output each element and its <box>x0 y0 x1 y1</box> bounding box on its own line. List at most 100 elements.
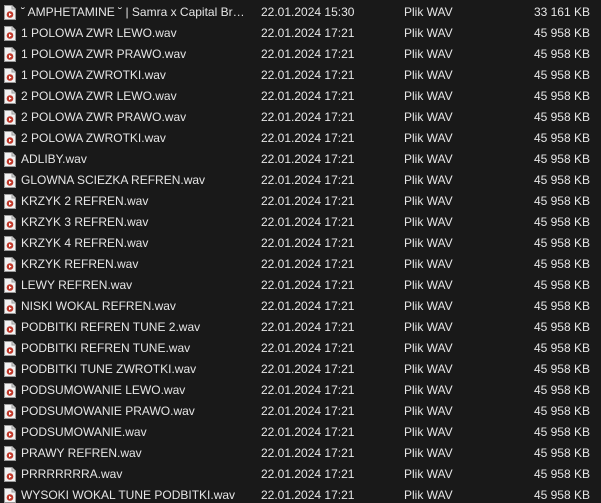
file-size: 45 958 KB <box>533 26 590 40</box>
file-size: 33 161 KB <box>533 5 590 19</box>
file-row[interactable]: GLOWNA SCIEZKA REFREN.wav 22.01.2024 17:2… <box>0 170 601 191</box>
file-size: 45 958 KB <box>533 68 590 82</box>
file-row[interactable]: KRZYK 3 REFREN.wav 22.01.2024 17:21 Plik W… <box>0 212 601 233</box>
file-row[interactable]: 1 POLOWA ZWROTKI.wav 22.01.2024 17:21 Plik… <box>0 65 601 86</box>
file-row[interactable]: NISKI WOKAL REFREN.wav 22.01.2024 17:21 Pl… <box>0 296 601 317</box>
file-date-modified: 22.01.2024 17:21 <box>261 404 355 418</box>
file-type: Plik WAV <box>404 446 453 460</box>
file-name: PODBITKI REFREN TUNE 2.wav <box>21 320 201 334</box>
file-name: PODSUMOWANIE PRAWO.wav <box>21 404 195 418</box>
file-size: 45 958 KB <box>533 215 590 229</box>
file-name: 2 POLOWA ZWROTKI.wav <box>21 131 166 145</box>
file-type: Plik WAV <box>404 152 453 166</box>
file-row[interactable]: 2 POLOWA ZWR LEWO.wav 22.01.2024 17:21 Pli… <box>0 86 601 107</box>
file-date-modified: 22.01.2024 17:21 <box>261 320 355 334</box>
file-date-modified: 22.01.2024 17:21 <box>261 47 355 61</box>
wav-file-icon <box>4 341 16 356</box>
file-date-modified: 22.01.2024 17:21 <box>261 299 355 313</box>
file-date-modified: 22.01.2024 17:21 <box>261 257 355 271</box>
file-row[interactable]: PODBITKI REFREN TUNE.wav 22.01.2024 17:21… <box>0 338 601 359</box>
file-row[interactable]: KRZYK 2 REFREN.wav 22.01.2024 17:21 Plik W… <box>0 191 601 212</box>
file-row[interactable]: 2 POLOWA ZWROTKI.wav 22.01.2024 17:21 Plik… <box>0 128 601 149</box>
file-name: WYSOKI WOKAL TUNE PODBITKI.wav <box>21 488 236 502</box>
file-size: 45 958 KB <box>533 131 590 145</box>
file-size: 45 958 KB <box>533 488 590 502</box>
file-name: PODBITKI REFREN TUNE.wav <box>21 341 191 355</box>
file-name: KRZYK 3 REFREN.wav <box>21 215 149 229</box>
wav-file-icon <box>4 320 16 335</box>
file-type: Plik WAV <box>404 194 453 208</box>
file-row[interactable]: 1 POLOWA ZWR PRAWO.wav 22.01.2024 17:21 Pl… <box>0 44 601 65</box>
file-size: 45 958 KB <box>533 467 590 481</box>
wav-file-icon <box>4 425 16 440</box>
file-name: 2 POLOWA ZWR LEWO.wav <box>21 89 177 103</box>
wav-file-icon <box>4 299 16 314</box>
file-type: Plik WAV <box>404 47 453 61</box>
file-type: Plik WAV <box>404 89 453 103</box>
file-size: 45 958 KB <box>533 194 590 208</box>
wav-file-icon <box>4 278 16 293</box>
file-size: 45 958 KB <box>533 89 590 103</box>
file-type: Plik WAV <box>404 257 453 271</box>
file-type: Plik WAV <box>404 320 453 334</box>
file-size: 45 958 KB <box>533 383 590 397</box>
file-date-modified: 22.01.2024 15:30 <box>261 5 355 19</box>
file-date-modified: 22.01.2024 17:21 <box>261 488 355 502</box>
file-row[interactable]: PODBITKI TUNE ZWROTKI.wav 22.01.2024 17:2… <box>0 359 601 380</box>
file-type: Plik WAV <box>404 467 453 481</box>
file-date-modified: 22.01.2024 17:21 <box>261 425 355 439</box>
file-row[interactable]: ADLIBY.wav 22.01.2024 17:21 Plik WAV 45 958… <box>0 149 601 170</box>
file-size: 45 958 KB <box>533 362 590 376</box>
file-row[interactable]: PODSUMOWANIE PRAWO.wav 22.01.2024 17:21 Pl… <box>0 401 601 422</box>
file-date-modified: 22.01.2024 17:21 <box>261 278 355 292</box>
file-row[interactable]: LEWY REFREN.wav 22.01.2024 17:21 Plik WAV 4… <box>0 275 601 296</box>
file-name: PODSUMOWANIE LEWO.wav <box>21 383 186 397</box>
file-row[interactable]: PODSUMOWANIE.wav 22.01.2024 17:21 Plik WAV… <box>0 422 601 443</box>
file-size: 45 958 KB <box>533 425 590 439</box>
file-date-modified: 22.01.2024 17:21 <box>261 173 355 187</box>
file-date-modified: 22.01.2024 17:21 <box>261 341 355 355</box>
file-type: Plik WAV <box>404 299 453 313</box>
wav-file-icon <box>4 110 16 125</box>
file-type: Plik WAV <box>404 68 453 82</box>
file-size: 45 958 KB <box>533 446 590 460</box>
file-date-modified: 22.01.2024 17:21 <box>261 215 355 229</box>
file-name: 1 POLOWA ZWR LEWO.wav <box>21 26 177 40</box>
file-type: Plik WAV <box>404 236 453 250</box>
wav-file-icon <box>4 152 16 167</box>
file-type: Plik WAV <box>404 425 453 439</box>
wav-file-icon <box>4 446 16 461</box>
file-name: PODBITKI TUNE ZWROTKI.wav <box>21 362 197 376</box>
file-type: Plik WAV <box>404 341 453 355</box>
file-row[interactable]: KRZYK REFREN.wav 22.01.2024 17:21 Plik WAV… <box>0 254 601 275</box>
file-name: 1 POLOWA ZWR PRAWO.wav <box>21 47 187 61</box>
wav-file-icon <box>4 488 16 503</box>
file-row[interactable]: ˘ AMPHETAMINE ˘ | Samra x Capital Bra Ty… <box>0 2 601 23</box>
file-name: NISKI WOKAL REFREN.wav <box>21 299 176 313</box>
file-row[interactable]: PODBITKI REFREN TUNE 2.wav 22.01.2024 17:… <box>0 317 601 338</box>
file-row[interactable]: PRRRRRRRA.wav 22.01.2024 17:21 Plik WAV 45 … <box>0 464 601 485</box>
file-date-modified: 22.01.2024 17:21 <box>261 131 355 145</box>
file-row[interactable]: PODSUMOWANIE LEWO.wav 22.01.2024 17:21 Pli… <box>0 380 601 401</box>
wav-file-icon <box>4 362 16 377</box>
file-name: 2 POLOWA ZWR PRAWO.wav <box>21 110 187 124</box>
wav-file-icon <box>4 5 16 20</box>
file-row[interactable]: 1 POLOWA ZWR LEWO.wav 22.01.2024 17:21 Pli… <box>0 23 601 44</box>
file-row[interactable]: 2 POLOWA ZWR PRAWO.wav 22.01.2024 17:21 Pl… <box>0 107 601 128</box>
file-name: PRRRRRRRA.wav <box>21 467 123 481</box>
file-row[interactable]: WYSOKI WOKAL TUNE PODBITKI.wav 22.01.2024… <box>0 485 601 503</box>
file-date-modified: 22.01.2024 17:21 <box>261 383 355 397</box>
file-size: 45 958 KB <box>533 47 590 61</box>
file-date-modified: 22.01.2024 17:21 <box>261 89 355 103</box>
file-row[interactable]: PRAWY REFREN.wav 22.01.2024 17:21 Plik WAV… <box>0 443 601 464</box>
file-name: KRZYK 2 REFREN.wav <box>21 194 149 208</box>
file-size: 45 958 KB <box>533 152 590 166</box>
file-name: GLOWNA SCIEZKA REFREN.wav <box>21 173 206 187</box>
wav-file-icon <box>4 173 16 188</box>
file-size: 45 958 KB <box>533 341 590 355</box>
file-type: Plik WAV <box>404 383 453 397</box>
file-row[interactable]: KRZYK 4 REFREN.wav 22.01.2024 17:21 Plik W… <box>0 233 601 254</box>
wav-file-icon <box>4 215 16 230</box>
file-type: Plik WAV <box>404 488 453 502</box>
wav-file-icon <box>4 404 16 419</box>
